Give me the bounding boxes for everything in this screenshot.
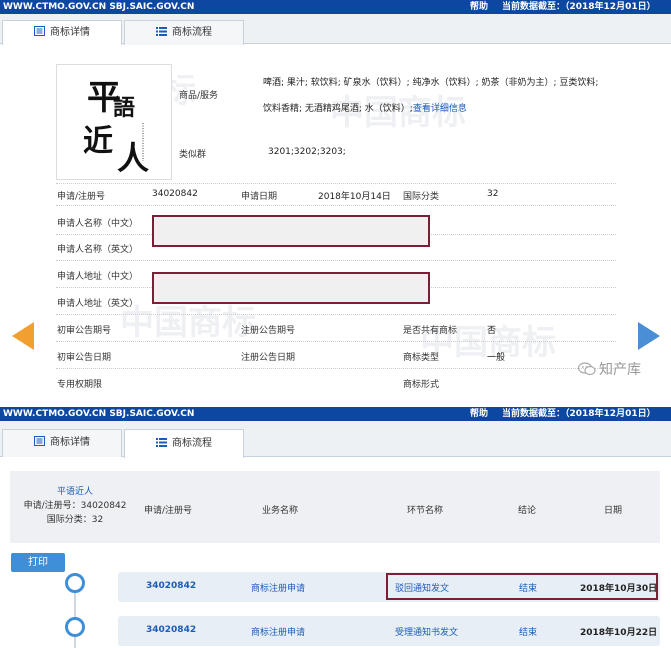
flow-row-result: 结束 <box>519 628 538 638</box>
address-cn-label: 申请人地址（中文） <box>57 272 139 282</box>
view-detail-link[interactable]: 查看详细信息 <box>413 104 467 114</box>
redacted-applicant-address <box>152 272 430 304</box>
tab-label: 商标流程 <box>172 27 212 38</box>
logo-char: 語 <box>113 95 135 121</box>
trademark-logo-image: 平 語 近 人 <box>83 78 149 177</box>
site-header-bar: WWW.CTMO.GOV.CN SBJ.SAIC.GOV.CN 帮助 当前数据截… <box>0 407 671 421</box>
summary-trademark-name: 平语近人 <box>56 487 93 497</box>
trademark-logo: 平 語 近 人 <box>56 64 172 180</box>
apply-date-value: 2018年10月14日 <box>318 192 391 202</box>
document-icon <box>34 436 45 446</box>
logo-char: 近 <box>83 124 113 159</box>
print-button[interactable]: 打印 <box>11 553 65 572</box>
flow-row-business: 商标注册申请 <box>251 584 306 594</box>
logo-char: 人 <box>117 139 149 177</box>
shared-label: 是否共有商标 <box>403 326 458 336</box>
tab-trademark-detail[interactable]: 商标详情 <box>2 429 122 457</box>
flow-row-step: 受理通知书发文 <box>395 628 459 638</box>
tab-label: 商标详情 <box>50 27 90 38</box>
flow-row-date: 2018年10月22日 <box>580 628 658 638</box>
col-header-business: 业务名称 <box>262 506 299 516</box>
tab-trademark-flow[interactable]: 商标流程 <box>124 20 244 45</box>
tab-label: 商标详情 <box>50 437 90 448</box>
exclusive-period-label: 专用权期限 <box>57 380 103 390</box>
goods-label: 商品/服务 <box>179 91 219 101</box>
list-icon <box>156 438 167 447</box>
summary-reg-no: 申请/注册号：34020842 <box>23 501 127 511</box>
flow-row-reg-no[interactable]: 34020842 <box>146 581 196 591</box>
list-icon <box>156 27 167 36</box>
flow-row-business: 商标注册申请 <box>251 628 306 638</box>
apply-date-label: 申请日期 <box>241 192 278 202</box>
divider <box>56 260 616 261</box>
tm-type-value: 一般 <box>487 353 506 363</box>
timeline-node <box>65 617 85 637</box>
prelim-pub-no-label: 初审公告期号 <box>57 326 112 336</box>
flow-row-reg-no[interactable]: 34020842 <box>146 625 196 635</box>
goods-line-1: 啤酒; 果汁; 软饮料; 矿泉水（饮料）; 纯净水（饮料）; 奶茶（非奶为主）;… <box>263 78 599 88</box>
prev-arrow-icon[interactable] <box>12 322 34 350</box>
wechat-label: 知产库 <box>599 362 641 378</box>
site-url: WWW.CTMO.GOV.CN SBJ.SAIC.GOV.CN <box>3 2 195 12</box>
tm-form-label: 商标形式 <box>403 380 440 390</box>
timeline-node <box>65 573 85 593</box>
intl-class-label: 国际分类 <box>403 192 440 202</box>
address-en-label: 申请人地址（英文） <box>57 299 139 309</box>
summary-block: 平语近人 申请/注册号：34020842 国际分类：32 <box>20 485 130 527</box>
similar-group-value: 3201;3202;3203; <box>268 147 346 157</box>
site-url: WWW.CTMO.GOV.CN SBJ.SAIC.GOV.CN <box>3 409 195 419</box>
tab-trademark-flow[interactable]: 商标流程 <box>124 429 244 458</box>
divider <box>56 205 616 206</box>
next-arrow-icon[interactable] <box>638 322 660 350</box>
col-header-reg-no: 申请/注册号 <box>144 506 193 516</box>
wechat-source: 知产库 <box>578 359 641 379</box>
reg-no-label: 申请/注册号 <box>57 192 106 202</box>
applicant-en-label: 申请人名称（英文） <box>57 245 139 255</box>
similar-group-label: 类似群 <box>179 150 207 160</box>
applicant-cn-label: 申请人名称（中文） <box>57 219 139 229</box>
data-date: 当前数据截至：（2018年12月01日） <box>502 2 656 12</box>
col-header-result: 结论 <box>518 506 537 516</box>
shared-value: 否 <box>487 326 497 336</box>
goods-line-2: 饮料香精; 无酒精鸡尾酒; 水（饮料）;查看详细信息 <box>263 104 467 114</box>
data-date: 当前数据截至：（2018年12月01日） <box>502 409 656 419</box>
intl-class-value: 32 <box>487 189 499 199</box>
reg-pub-no-label: 注册公告期号 <box>241 326 296 336</box>
summary-intl-class: 国际分类：32 <box>46 515 104 525</box>
tab-label: 商标流程 <box>172 438 212 449</box>
divider <box>56 314 616 315</box>
divider <box>56 341 616 342</box>
tm-type-label: 商标类型 <box>403 353 440 363</box>
reg-pub-date-label: 注册公告日期 <box>241 353 296 363</box>
tab-bar: 商标详情 商标流程 <box>0 14 671 46</box>
document-icon <box>34 26 45 36</box>
flow-summary: 平语近人 申请/注册号：34020842 国际分类：32 申请/注册号 业务名称… <box>10 471 660 543</box>
highlight-box <box>386 573 658 600</box>
prelim-pub-date-label: 初审公告日期 <box>57 353 112 363</box>
redacted-applicant-name <box>152 215 430 247</box>
divider <box>56 183 616 184</box>
col-header-date: 日期 <box>604 506 623 516</box>
col-header-step: 环节名称 <box>407 506 444 516</box>
screenshot-gap <box>0 399 671 407</box>
help-link[interactable]: 帮助 <box>470 407 488 421</box>
tab-bar: 商标详情 商标流程 <box>0 421 671 458</box>
help-link[interactable]: 帮助 <box>470 0 488 14</box>
site-header-bar: WWW.CTMO.GOV.CN SBJ.SAIC.GOV.CN 帮助 当前数据截… <box>0 0 671 14</box>
reg-no-value: 34020842 <box>152 189 198 199</box>
flow-row: 34020842 商标注册申请 受理通知书发文 结束 2018年10月22日 <box>118 616 660 646</box>
wechat-icon <box>578 362 596 376</box>
divider <box>56 368 616 369</box>
tab-trademark-detail[interactable]: 商标详情 <box>2 20 122 46</box>
